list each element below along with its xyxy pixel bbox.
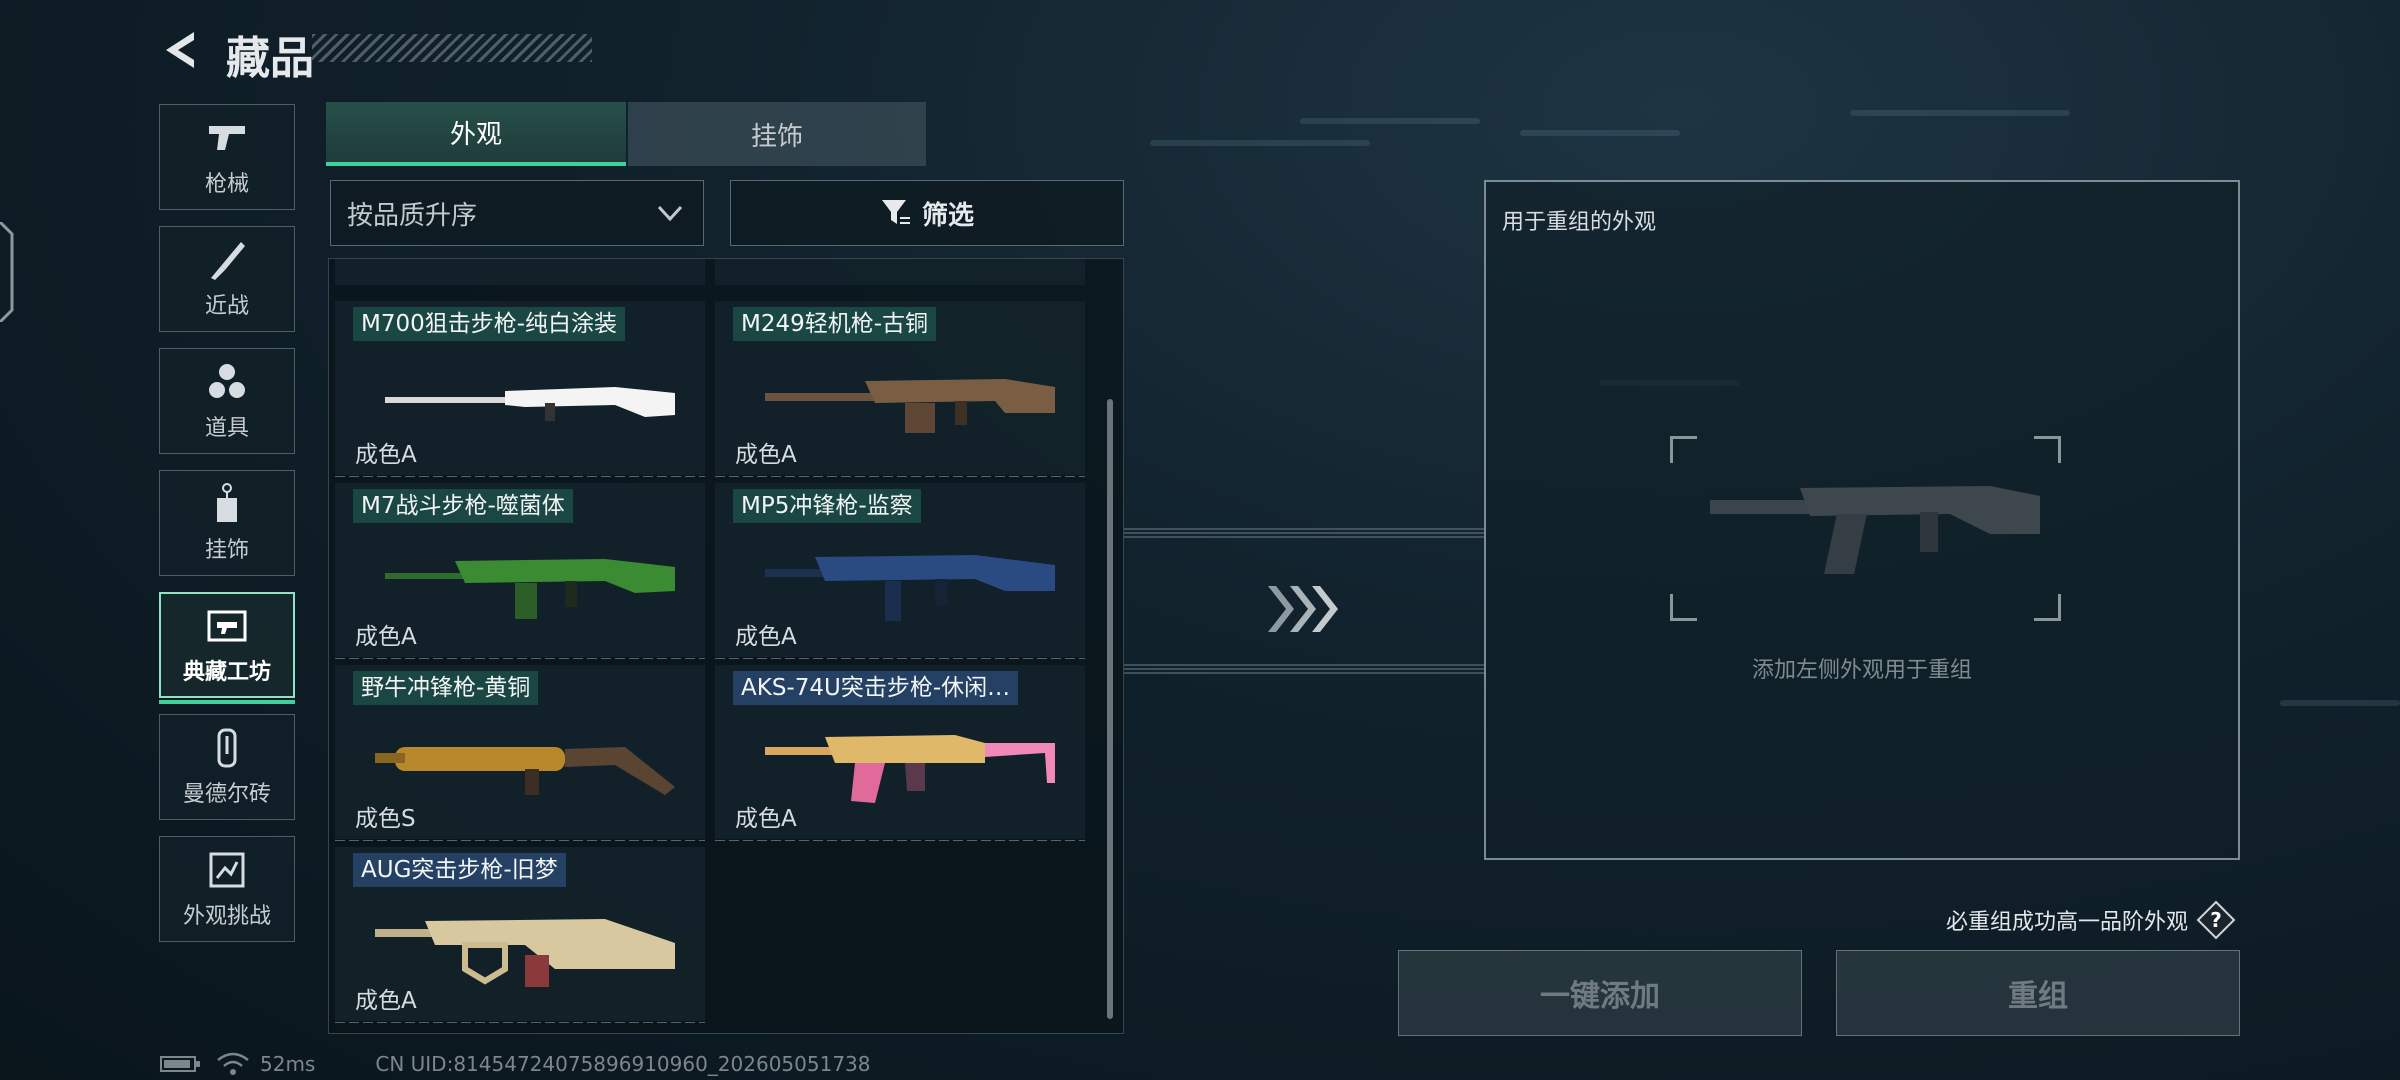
item-grade: 成色A bbox=[355, 442, 417, 468]
skin-list[interactable]: M700狙击步枪-纯白涂装 成色A M249轻机枪-古铜 成色A M7战斗步枪-… bbox=[328, 258, 1124, 1034]
sidebar-item-label: 挂饰 bbox=[204, 538, 249, 563]
gun-icon bbox=[209, 126, 245, 150]
battery-icon bbox=[160, 1056, 200, 1072]
sidebar-item-workshop[interactable]: 典藏工坊 bbox=[159, 592, 295, 704]
sidebar-item-label: 外观挑战 bbox=[182, 904, 271, 929]
item-grade: 成色A bbox=[355, 988, 417, 1014]
bg-streak bbox=[1520, 130, 1680, 136]
reform-button[interactable]: 重组 bbox=[1836, 950, 2240, 1036]
sidebar-item-mandel-brick[interactable]: 曼德尔砖 bbox=[159, 714, 295, 820]
item-name: 野牛冲锋枪-黄铜 bbox=[353, 671, 539, 705]
list-item[interactable]: 野牛冲锋枪-黄铜 成色S bbox=[335, 665, 705, 841]
item-name: M700狙击步枪-纯白涂装 bbox=[353, 307, 626, 341]
sidebar-item-guns[interactable]: 枪械 bbox=[159, 104, 295, 210]
list-item[interactable]: M7战斗步枪-噬菌体 成色A bbox=[335, 483, 705, 659]
bizon-smg-icon bbox=[375, 747, 675, 795]
reform-hint: 添加左侧外观用于重组 bbox=[1751, 658, 1972, 683]
mandel-brick-icon bbox=[217, 728, 237, 768]
placeholder-rifle-icon bbox=[1710, 486, 2040, 574]
item-name: M249轻机枪-古铜 bbox=[733, 307, 937, 341]
item-grade: 成色A bbox=[355, 624, 417, 650]
reform-panel-title: 用于重组的外观 bbox=[1502, 210, 1657, 235]
bg-streak bbox=[1850, 110, 2070, 116]
connector-line bbox=[1124, 664, 1484, 674]
reform-panel[interactable]: 用于重组的外观 添加左侧外观用于重组 bbox=[1484, 180, 2240, 860]
list-item[interactable]: M249轻机枪-古铜 成色A bbox=[715, 301, 1085, 477]
item-grade: 成色S bbox=[355, 806, 416, 832]
svg-text:?: ? bbox=[2210, 908, 2222, 932]
sidebar-item-label: 曼德尔砖 bbox=[182, 782, 271, 807]
sidebar-item-melee[interactable]: 近战 bbox=[159, 226, 295, 332]
tab-charms[interactable]: 挂饰 bbox=[628, 102, 926, 166]
filter-label: 筛选 bbox=[921, 200, 974, 231]
sidebar-item-items[interactable]: 道具 bbox=[159, 348, 295, 454]
back-button[interactable] bbox=[160, 28, 200, 72]
item-grade: 成色A bbox=[735, 806, 797, 832]
slot-corner bbox=[2034, 594, 2061, 621]
tab-skins[interactable]: 外观 bbox=[326, 102, 626, 166]
side-handle-icon bbox=[0, 222, 14, 322]
sidebar-item-label: 道具 bbox=[204, 416, 249, 441]
ping-value: 52ms bbox=[260, 1052, 316, 1076]
item-name: AUG突击步枪-旧梦 bbox=[353, 853, 566, 887]
page-title: 藏品 bbox=[226, 33, 314, 84]
grenade-icon bbox=[209, 364, 245, 398]
battle-rifle-icon bbox=[385, 559, 675, 619]
filter-icon bbox=[881, 200, 910, 224]
sort-dropdown[interactable]: 按品质升序 bbox=[330, 180, 704, 246]
status-bar: 52ms CN UID:81454724075896910960_2026050… bbox=[160, 1052, 871, 1076]
sidebar-item-charms[interactable]: 挂饰 bbox=[159, 470, 295, 576]
filter-button[interactable]: 筛选 bbox=[730, 180, 1124, 246]
item-name: M7战斗步枪-噬菌体 bbox=[353, 489, 573, 523]
forward-arrows-icon bbox=[1268, 586, 1338, 632]
list-item-partial bbox=[335, 259, 705, 285]
user-uid: CN UID:81454724075896910960_202605051738 bbox=[375, 1052, 871, 1076]
workshop-icon bbox=[207, 610, 247, 642]
list-item[interactable]: MP5冲锋枪-监察 成色A bbox=[715, 483, 1085, 659]
light-machine-gun-icon bbox=[765, 379, 1055, 433]
chevron-down-icon bbox=[657, 205, 683, 222]
connector-line bbox=[1124, 528, 1484, 538]
bg-streak bbox=[2280, 700, 2400, 706]
back-arrow-icon bbox=[166, 32, 194, 68]
knife-icon bbox=[211, 242, 245, 280]
sidebar-item-label: 典藏工坊 bbox=[182, 660, 271, 685]
item-name: AKS-74U突击步枪-休闲… bbox=[733, 671, 1019, 705]
help-icon[interactable]: ? bbox=[2196, 900, 2236, 940]
bg-streak bbox=[1300, 118, 1480, 124]
list-item[interactable]: AUG突击步枪-旧梦 成色A bbox=[335, 847, 705, 1023]
sidebar-item-challenge[interactable]: 外观挑战 bbox=[159, 836, 295, 942]
sidebar-item-label: 近战 bbox=[204, 294, 249, 319]
item-grade: 成色A bbox=[735, 624, 797, 650]
sniper-rifle-icon bbox=[385, 387, 675, 421]
charm-icon bbox=[217, 483, 237, 522]
list-item[interactable]: AKS-74U突击步枪-休闲… 成色A bbox=[715, 665, 1085, 841]
slot-corner bbox=[1670, 594, 1697, 621]
item-name: MP5冲锋枪-监察 bbox=[733, 489, 921, 523]
submachine-gun-icon bbox=[765, 555, 1055, 621]
title-decoration bbox=[312, 34, 592, 62]
assault-rifle-icon bbox=[765, 735, 1055, 803]
wifi-icon bbox=[217, 1052, 249, 1075]
item-grade: 成色A bbox=[735, 442, 797, 468]
sidebar-item-label: 枪械 bbox=[204, 172, 249, 197]
quick-add-button[interactable]: 一键添加 bbox=[1398, 950, 1802, 1036]
challenge-icon bbox=[209, 852, 245, 888]
bg-streak bbox=[1150, 140, 1370, 146]
sort-label: 按品质升序 bbox=[347, 200, 478, 231]
list-item[interactable]: M700狙击步枪-纯白涂装 成色A bbox=[335, 301, 705, 477]
guarantee-note: 必重组成功高一品阶外观 bbox=[1945, 910, 2188, 935]
list-item-partial bbox=[715, 259, 1085, 285]
list-scrollbar[interactable] bbox=[1107, 399, 1113, 1019]
bullpup-rifle-icon bbox=[375, 919, 675, 987]
